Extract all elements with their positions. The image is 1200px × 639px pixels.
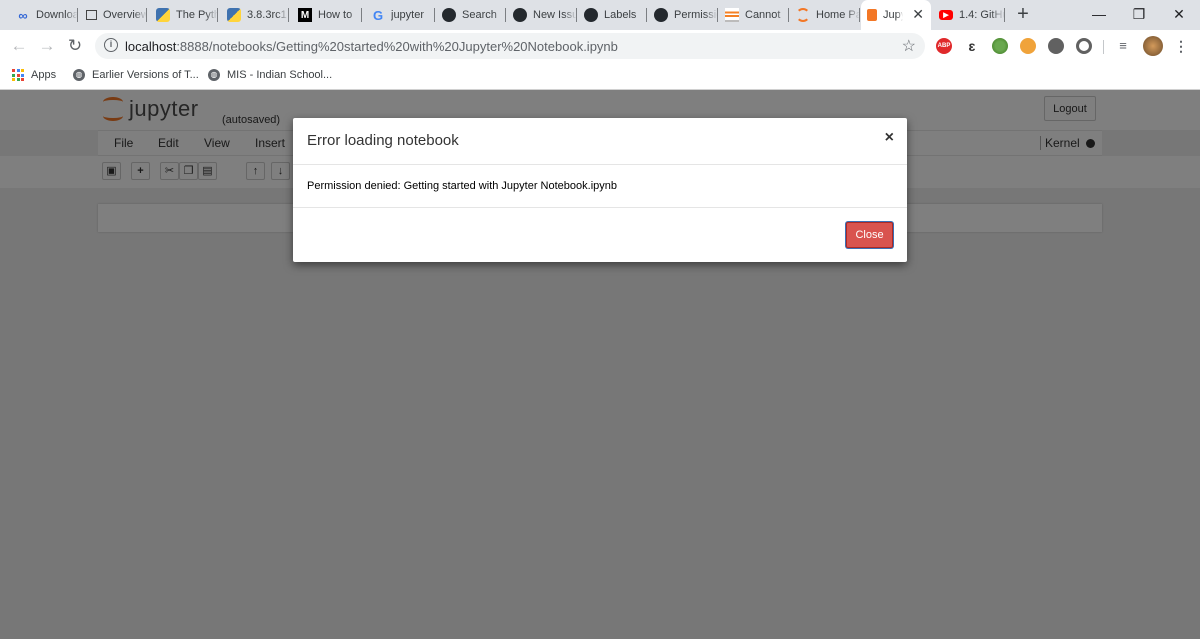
- github-icon: [513, 8, 527, 22]
- stackoverflow-icon: [725, 8, 739, 22]
- url-text[interactable]: localhost:8888/notebooks/Getting%20start…: [125, 39, 618, 54]
- media-control-icon[interactable]: ≡: [1115, 38, 1131, 54]
- back-arrow-icon[interactable]: ←: [9, 36, 29, 56]
- bookmark-earlier-versions[interactable]: ◍ Earlier Versions of T...: [72, 68, 199, 82]
- github-icon: [654, 8, 668, 22]
- tab-the-python[interactable]: The Python: [150, 0, 218, 30]
- tab-download[interactable]: ∞ Download: [10, 0, 78, 30]
- maximize-button[interactable]: ❐: [1128, 4, 1150, 24]
- forward-arrow-icon[interactable]: →: [37, 36, 57, 56]
- tab-jupyter-active[interactable]: Jupyter ✕: [861, 0, 931, 30]
- close-window-button[interactable]: ✕: [1168, 4, 1190, 24]
- python-icon: [227, 8, 241, 22]
- new-tab-button[interactable]: +: [1014, 4, 1032, 24]
- infinity-icon: ∞: [18, 7, 28, 23]
- tab-permissions[interactable]: Permissions: [648, 0, 718, 30]
- python-icon: [156, 8, 170, 22]
- jupyter-icon: [796, 8, 810, 22]
- globe-icon: ◍: [72, 68, 86, 82]
- browser-tab-strip: ∞ Download Overview The Python 3.8.3rc1 …: [0, 0, 1200, 30]
- google-icon: G: [372, 7, 384, 23]
- extension-icon-5[interactable]: [1048, 38, 1064, 54]
- globe-icon: ◍: [207, 68, 221, 82]
- reload-icon[interactable]: ↻: [65, 36, 85, 56]
- tab-jupyter-search[interactable]: G jupyter: [365, 0, 435, 30]
- error-dialog: Error loading notebook × Permission deni…: [293, 118, 907, 262]
- dialog-body: Permission denied: Getting started with …: [293, 165, 907, 208]
- dialog-header: Error loading notebook ×: [293, 118, 907, 165]
- youtube-icon: ▶: [939, 10, 953, 20]
- bookmark-apps[interactable]: Apps: [11, 68, 56, 82]
- menu-kebab-icon[interactable]: ⋮: [1173, 38, 1189, 54]
- info-icon[interactable]: i: [104, 38, 118, 52]
- tab-home-page[interactable]: Home Page: [790, 0, 860, 30]
- tab-labels[interactable]: Labels: [578, 0, 647, 30]
- apps-grid-icon: [11, 68, 25, 82]
- tab-how-to[interactable]: M How to: [292, 0, 362, 30]
- tab-github-video[interactable]: ▶ 1.4: GitHub: [933, 0, 1005, 30]
- bookmarks-bar: Apps ◍ Earlier Versions of T... ◍ MIS - …: [0, 62, 1200, 90]
- book-icon: [86, 10, 97, 20]
- error-message: Permission denied: Getting started with …: [307, 180, 617, 192]
- dialog-title: Error loading notebook: [307, 132, 459, 149]
- minimize-button[interactable]: —: [1088, 4, 1110, 24]
- github-icon: [584, 8, 598, 22]
- close-tab-icon[interactable]: ✕: [912, 7, 924, 21]
- tab-new-issue[interactable]: New Issue: [507, 0, 577, 30]
- tab-cannot[interactable]: Cannot: [719, 0, 789, 30]
- extension-icon-2[interactable]: ɛ: [964, 38, 980, 54]
- browser-toolbar: ← → ↻ i localhost:8888/notebooks/Getting…: [0, 30, 1200, 62]
- close-button[interactable]: Close: [846, 222, 893, 248]
- cookie-icon[interactable]: [1020, 38, 1036, 54]
- medium-icon: M: [298, 8, 312, 22]
- close-icon[interactable]: ×: [885, 129, 894, 147]
- address-bar[interactable]: i localhost:8888/notebooks/Getting%20sta…: [95, 33, 925, 59]
- bookmark-mis-indian-school[interactable]: ◍ MIS - Indian School...: [207, 68, 332, 82]
- adblock-icon[interactable]: ABP: [936, 38, 952, 54]
- extension-icon-6[interactable]: [1076, 38, 1092, 54]
- extension-icon-3[interactable]: [992, 38, 1008, 54]
- tab-overview[interactable]: Overview: [80, 0, 147, 30]
- tab-github-search[interactable]: Search: [436, 0, 506, 30]
- tab-383rc1[interactable]: 3.8.3rc1: [221, 0, 289, 30]
- notebook-icon: [867, 9, 877, 21]
- bookmark-star-icon[interactable]: ☆: [902, 36, 916, 56]
- avatar[interactable]: [1143, 36, 1163, 56]
- github-icon: [442, 8, 456, 22]
